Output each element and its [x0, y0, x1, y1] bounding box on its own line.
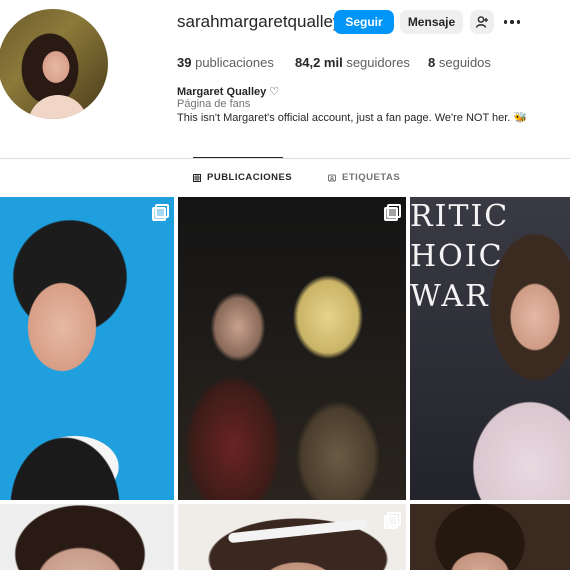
tabs-divider	[0, 158, 570, 159]
profile-username: sarahmargaretqualley	[177, 12, 342, 31]
follow-button[interactable]: Seguir	[334, 10, 394, 34]
tab-tagged-label: ETIQUETAS	[342, 172, 401, 183]
following-stat[interactable]: 8 seguidos	[428, 55, 491, 70]
post-tile[interactable]	[410, 504, 570, 570]
avatar-image	[0, 9, 108, 119]
posts-count: 39	[177, 55, 192, 70]
more-options-icon	[503, 20, 508, 24]
tab-tagged[interactable]: ETIQUETAS	[328, 172, 400, 183]
followers-label: seguidores	[346, 55, 410, 70]
posts-stat: 39 publicaciones	[177, 55, 274, 70]
following-label: seguidos	[438, 55, 491, 70]
add-user-icon	[475, 16, 488, 28]
post-tile[interactable]	[0, 197, 174, 500]
active-tab-indicator	[193, 157, 283, 158]
message-button[interactable]: Mensaje	[400, 10, 463, 34]
carousel-icon	[384, 204, 401, 221]
grid-icon	[193, 173, 201, 182]
post-tile[interactable]: RITIC HOIC WAR	[410, 197, 570, 500]
profile-avatar[interactable]	[0, 8, 108, 120]
post-tile[interactable]	[0, 504, 174, 570]
post-tile[interactable]	[178, 504, 406, 570]
suggested-users-button[interactable]	[470, 10, 494, 34]
post-tile[interactable]	[178, 197, 406, 500]
tab-posts-label: PUBLICACIONES	[207, 172, 293, 183]
posts-label: publicaciones	[195, 55, 274, 70]
more-options-button[interactable]	[501, 12, 523, 32]
followers-stat[interactable]: 84,2 mil seguidores	[295, 55, 410, 70]
tagged-icon	[328, 174, 336, 181]
following-count: 8	[428, 55, 436, 70]
backdrop-text: RITIC HOIC WAR	[410, 199, 510, 314]
followers-count: 84,2 mil	[295, 55, 343, 70]
carousel-icon	[152, 204, 169, 221]
profile-category: Página de fans	[177, 98, 251, 110]
profile-full-name: Margaret Qualley ♡	[177, 86, 280, 98]
carousel-icon	[384, 512, 401, 529]
tab-posts[interactable]: PUBLICACIONES	[193, 172, 292, 183]
profile-bio: This isn't Margaret's official account, …	[177, 112, 528, 124]
headband	[227, 518, 369, 544]
